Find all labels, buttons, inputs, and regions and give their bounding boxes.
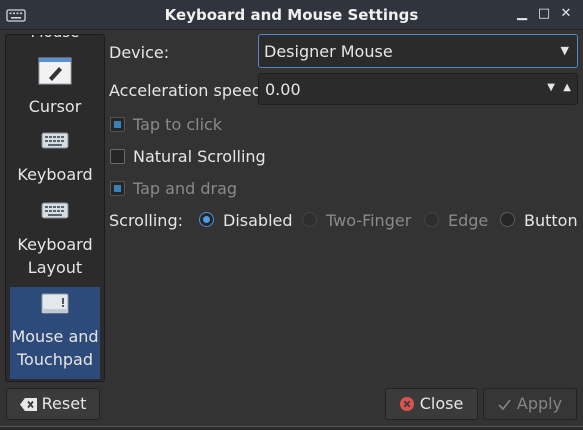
scrolling-disabled-label: Disabled — [223, 211, 293, 230]
scrolling-two-finger-radio[interactable] — [302, 212, 317, 227]
apply-button[interactable]: Apply — [483, 388, 577, 420]
window-title: Keyboard and Mouse Settings — [164, 6, 419, 24]
title-bar: Keyboard and Mouse Settings ▁ □ ✕ — [0, 0, 583, 30]
close-button-label: Close — [419, 394, 464, 413]
close-window-button[interactable]: ✕ — [558, 6, 574, 22]
close-button[interactable]: Close — [385, 388, 478, 420]
reset-button-label: Reset — [41, 394, 87, 413]
scrolling-label: Scrolling: — [109, 211, 183, 230]
tap-to-click-label: Tap to click — [133, 115, 223, 134]
apply-button-label: Apply — [516, 394, 563, 413]
sidebar-item-label: Cursor — [28, 97, 82, 116]
checkmark-icon — [498, 399, 511, 411]
acceleration-speed-value: 0.00 — [265, 80, 301, 99]
sidebar-item-label-line1: Mouse and — [11, 327, 99, 346]
natural-scrolling-label: Natural Scrolling — [133, 147, 266, 166]
category-sidebar: Mouse Cursor Keyboard K — [5, 34, 105, 382]
spin-down-arrow-icon[interactable]: ▼ — [547, 82, 555, 93]
chevron-down-icon: ▼ — [560, 44, 569, 57]
device-label: Device: — [109, 43, 170, 62]
touchpad-icon — [41, 293, 69, 314]
reset-button[interactable]: Reset — [6, 388, 100, 420]
minimize-button[interactable]: ▁ — [514, 6, 530, 22]
natural-scrolling-checkbox[interactable] — [110, 149, 125, 164]
sidebar-item-keyboard[interactable]: Keyboard — [6, 127, 104, 191]
tap-to-click-checkbox[interactable] — [110, 117, 125, 132]
tap-and-drag-checkbox[interactable] — [110, 181, 125, 196]
sidebar-item-keyboard-layout[interactable]: Keyboard Layout — [6, 199, 104, 283]
acceleration-speed-label: Acceleration speed: — [109, 81, 268, 100]
keyboard-layout-icon — [41, 202, 69, 219]
device-select-value: Designer Mouse — [264, 42, 393, 61]
scrolling-disabled-radio[interactable] — [199, 212, 214, 227]
scrolling-two-finger-label: Two-Finger — [326, 211, 412, 230]
sidebar-item-label-line2: Touchpad — [16, 350, 94, 369]
backspace-icon — [19, 398, 37, 411]
sidebar-item-label-line2: Layout — [27, 258, 83, 277]
scrolling-button-label: Button — [524, 211, 578, 230]
cursor-icon — [38, 57, 72, 85]
acceleration-speed-spinner[interactable]: 0.00 ▼ ▲ — [258, 73, 578, 105]
device-select[interactable]: Designer Mouse ▼ — [258, 34, 578, 68]
scrolling-button-radio[interactable] — [500, 212, 515, 227]
window-bottom-edge — [0, 426, 583, 430]
close-circle-icon — [399, 397, 414, 411]
sidebar-item-mouse-partial[interactable]: Mouse — [6, 35, 104, 47]
keyboard-icon — [41, 132, 69, 149]
scrolling-edge-label: Edge — [448, 211, 489, 230]
tap-and-drag-label: Tap and drag — [133, 179, 238, 198]
sidebar-item-cursor[interactable]: Cursor — [6, 53, 104, 121]
maximize-button[interactable]: □ — [536, 6, 552, 22]
scrolling-edge-radio[interactable] — [424, 212, 439, 227]
sidebar-item-label-line1: Keyboard — [17, 235, 93, 254]
sidebar-item-label: Keyboard — [17, 165, 93, 184]
sidebar-item-mouse-and-touchpad[interactable]: Mouse and Touchpad — [10, 287, 100, 379]
spin-up-arrow-icon[interactable]: ▲ — [563, 82, 571, 93]
